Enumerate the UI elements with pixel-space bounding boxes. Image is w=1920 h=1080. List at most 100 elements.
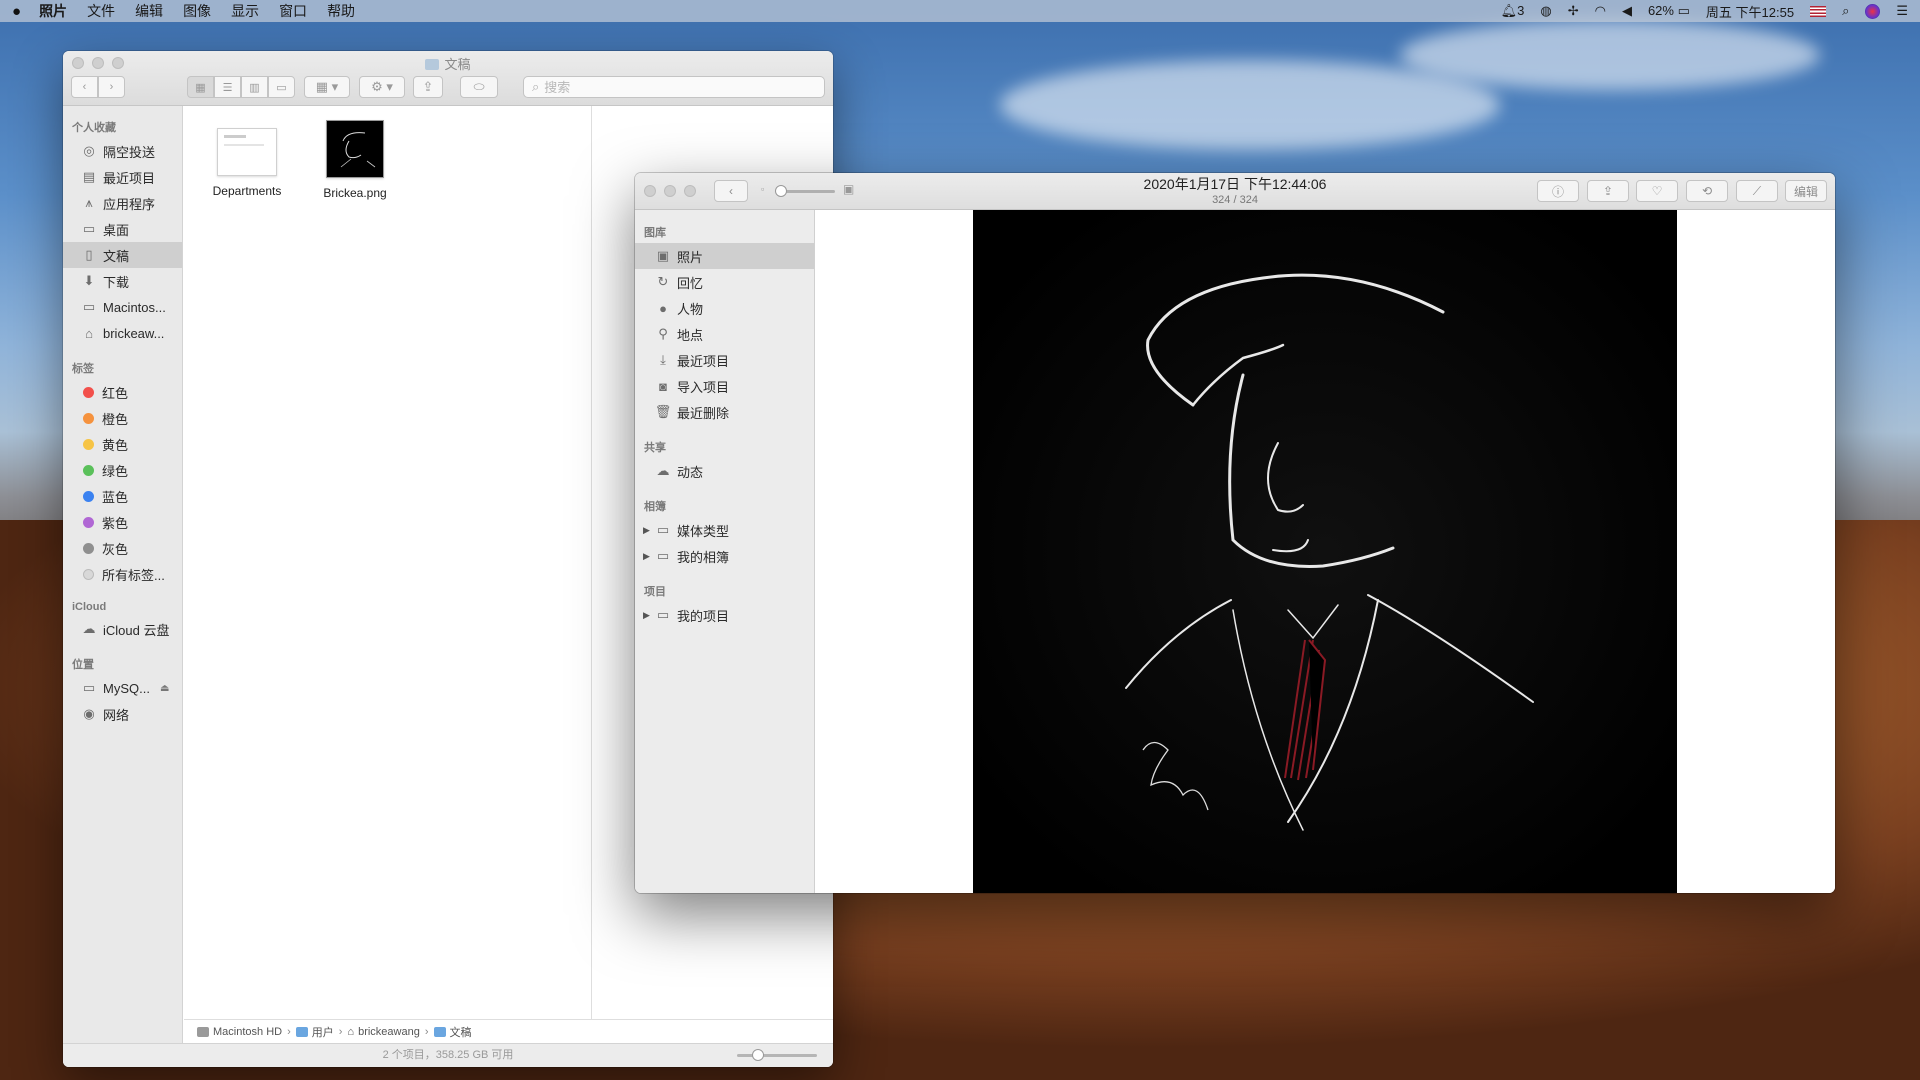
sidebar-item-recents[interactable]: ⤓ 最近项目 xyxy=(635,347,814,373)
sidebar-tag-orange[interactable]: 橙色 xyxy=(63,405,182,431)
status-bar: 2 个项目，358.25 GB 可用 xyxy=(63,1043,833,1067)
eject-icon[interactable]: ⏏ xyxy=(160,683,169,694)
sidebar-tag-gray[interactable]: 灰色 xyxy=(63,535,182,561)
sidebar-item-memories[interactable]: ↻ 回忆 xyxy=(635,269,814,295)
forward-button[interactable]: › xyxy=(98,76,125,98)
recents-icon: ▤ xyxy=(82,169,96,184)
enhance-button[interactable]: ⟋ xyxy=(1736,180,1778,202)
sidebar-item-applications[interactable]: ⩚ 应用程序 xyxy=(63,190,182,216)
share-button[interactable]: ⇪ xyxy=(413,76,443,98)
path-item[interactable]: Macintosh HD xyxy=(197,1026,282,1038)
wifi-icon[interactable]: ◠ xyxy=(1595,3,1606,19)
file-item[interactable]: Departments xyxy=(197,120,297,198)
disclosure-triangle-icon[interactable]: ▶ xyxy=(643,525,653,536)
sidebar-item-my-projects[interactable]: ▶ ▭ 我的项目 xyxy=(635,602,814,628)
menu-help[interactable]: 帮助 xyxy=(327,1,355,21)
favorite-button[interactable]: ♡ xyxy=(1636,180,1678,202)
path-item[interactable]: 用户 xyxy=(295,1024,334,1040)
sidebar-tag-red[interactable]: 红色 xyxy=(63,379,182,405)
rotate-button[interactable]: ⟲ xyxy=(1686,180,1728,202)
magic-wand-icon: ⟋ xyxy=(1752,183,1762,198)
sidebar-item-macintosh-hd[interactable]: ▭ Macintos... xyxy=(63,294,182,320)
file-name: Brickea.png xyxy=(323,186,387,200)
sidebar-item-photos[interactable]: ▣ 照片 xyxy=(635,243,814,269)
group-button[interactable]: ▦ ▾ xyxy=(304,76,350,98)
yellow-tag-icon xyxy=(83,438,94,450)
disclosure-triangle-icon[interactable]: ▶ xyxy=(643,610,653,621)
disclosure-triangle-icon[interactable]: ▶ xyxy=(643,551,653,562)
gray-tag-icon xyxy=(83,542,94,554)
share-button[interactable]: ⇪ xyxy=(1587,180,1629,202)
icon-view-button[interactable]: ▦ xyxy=(187,76,214,98)
notification-center-icon[interactable]: ☰ xyxy=(1896,3,1908,19)
gallery-view-button[interactable]: ▭ xyxy=(268,76,295,98)
sidebar-item-places[interactable]: ⚲ 地点 xyxy=(635,321,814,347)
siri-icon[interactable] xyxy=(1865,3,1881,19)
path-separator: › xyxy=(287,1025,291,1038)
sidebar-item-icloud-drive[interactable]: ☁ iCloud 云盘 xyxy=(63,616,182,642)
sidebar-item-downloads[interactable]: ⬇ 下载 xyxy=(63,268,182,294)
tags-button[interactable]: ⬭ xyxy=(460,76,498,98)
menu-edit[interactable]: 编辑 xyxy=(135,1,163,21)
sidebar-item-people[interactable]: ● 人物 xyxy=(635,295,814,321)
section-header-favorites: 个人收藏 xyxy=(72,122,116,134)
sidebar-item-recently-deleted[interactable]: 🗑︎ 最近删除 xyxy=(635,399,814,425)
path-item[interactable]: 文稿 xyxy=(433,1024,472,1040)
red-tag-icon xyxy=(83,386,94,398)
menu-bar: ● 照片 文件 编辑 图像 显示 窗口 帮助 🔔︎3 ◍ ✢ ◠ ◀ 62% ▭… xyxy=(0,0,1920,22)
info-button[interactable]: ⓘ xyxy=(1537,180,1579,202)
file-item[interactable]: Brickea.png xyxy=(305,120,405,200)
search-field[interactable]: ⌕ xyxy=(523,76,825,98)
sidebar-tag-yellow[interactable]: 黄色 xyxy=(63,431,182,457)
flag-icon[interactable] xyxy=(1810,5,1827,17)
sidebar-item-media-types[interactable]: ▶ ▭ 媒体类型 xyxy=(635,517,814,543)
sidebar-all-tags[interactable]: 所有标签... xyxy=(63,561,182,587)
action-button[interactable]: ⚙ ▾ xyxy=(359,76,405,98)
apple-menu-icon[interactable]: ● xyxy=(12,3,21,20)
sidebar-item-documents[interactable]: ▯ 文稿 xyxy=(63,242,182,268)
document-thumbnail-icon xyxy=(217,128,277,176)
menu-app-name[interactable]: 照片 xyxy=(39,1,67,21)
nav-buttons: ‹ › xyxy=(71,76,125,98)
sidebar-tag-purple[interactable]: 紫色 xyxy=(63,509,182,535)
back-button[interactable]: ‹ xyxy=(71,76,98,98)
clock[interactable]: 周五 下午12:55 xyxy=(1706,2,1794,21)
orange-tag-icon xyxy=(83,412,94,424)
cloud-icon: ☁ xyxy=(656,463,670,478)
icon-size-slider[interactable] xyxy=(737,1049,817,1061)
cloud-icon: ☁ xyxy=(82,621,96,636)
list-view-button[interactable]: ☰ xyxy=(214,76,241,98)
sidebar-item-recents[interactable]: ▤ 最近项目 xyxy=(63,164,182,190)
path-separator: › xyxy=(338,1025,343,1038)
sidebar-item-activity[interactable]: ☁ 动态 xyxy=(635,458,814,484)
volume-icon[interactable]: ◀ xyxy=(1622,3,1632,19)
sidebar-tag-green[interactable]: 绿色 xyxy=(63,457,182,483)
menu-window[interactable]: 窗口 xyxy=(279,1,307,21)
people-icon: ● xyxy=(659,300,667,316)
slider-knob[interactable] xyxy=(752,1049,764,1061)
sidebar-item-imports[interactable]: ◙ 导入项目 xyxy=(635,373,814,399)
sidebar-item-desktop[interactable]: ▭ 桌面 xyxy=(63,216,182,242)
search-input[interactable] xyxy=(544,79,805,95)
column-view-button[interactable]: ▥ xyxy=(241,76,268,98)
menu-image[interactable]: 图像 xyxy=(183,1,211,21)
menu-file[interactable]: 文件 xyxy=(87,1,115,21)
sidebar-item-home[interactable]: ⌂ brickeaw... xyxy=(63,320,182,346)
sidebar-item-airdrop[interactable]: ◎ 隔空投送 xyxy=(63,138,182,164)
battery-status[interactable]: 62% ▭ xyxy=(1648,3,1690,19)
photo-image[interactable] xyxy=(973,210,1677,893)
section-header-locations: 位置 xyxy=(72,659,94,671)
sidebar-item-mysql-disk[interactable]: ▭ MySQ... ⏏ xyxy=(63,675,182,701)
path-item[interactable]: ⌂ brickeawang xyxy=(347,1026,419,1038)
sidebar-item-network[interactable]: ◉ 网络 xyxy=(63,701,182,727)
menu-view[interactable]: 显示 xyxy=(231,1,259,21)
notification-status[interactable]: 🔔︎3 xyxy=(1501,3,1525,19)
home-icon: ⌂ xyxy=(347,1025,355,1038)
section-header-library: 图库 xyxy=(644,227,666,239)
sidebar-item-my-albums[interactable]: ▶ ▭ 我的相簿 xyxy=(635,543,814,569)
spotlight-icon[interactable]: ⌕ xyxy=(1842,3,1849,19)
wechat-icon[interactable]: ◍ xyxy=(1540,3,1551,19)
edit-button[interactable]: 编辑 xyxy=(1785,180,1827,202)
sidebar-tag-blue[interactable]: 蓝色 xyxy=(63,483,182,509)
vpn-icon[interactable]: ✢ xyxy=(1568,3,1579,19)
